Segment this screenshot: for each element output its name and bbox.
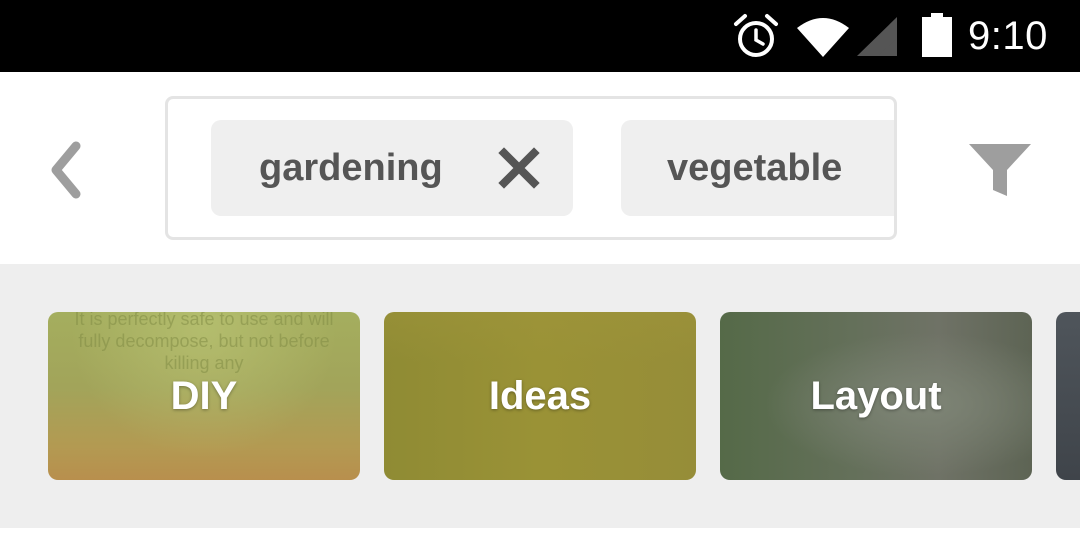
category-label: DIY xyxy=(170,373,238,418)
alarm-icon xyxy=(734,14,778,57)
category-carousel[interactable]: It is perfectly safe to use and will ful… xyxy=(0,264,1080,528)
status-bar: 9:10 xyxy=(0,0,1080,72)
tag-chip-gardening[interactable]: gardening xyxy=(211,120,573,216)
cell-signal-icon xyxy=(857,17,897,56)
category-label: Layout xyxy=(810,373,942,418)
tag-chip-label: gardening xyxy=(259,146,443,189)
battery-icon xyxy=(922,13,952,57)
tag-filter-header: gardening vegetable xyxy=(0,72,1080,264)
wifi-icon xyxy=(797,18,849,57)
category-card-diy[interactable]: It is perfectly safe to use and will ful… xyxy=(48,312,360,480)
chevron-left-icon xyxy=(51,141,81,199)
chip-scroll-track: gardening vegetable xyxy=(168,99,894,237)
filter-icon xyxy=(969,144,1031,196)
category-card-ideas[interactable]: Ideas xyxy=(384,312,696,480)
filter-button[interactable] xyxy=(962,134,1038,206)
back-button[interactable] xyxy=(36,134,96,206)
category-card-layout[interactable]: Layout xyxy=(720,312,1032,480)
category-label: Ideas xyxy=(488,373,592,418)
close-icon[interactable] xyxy=(497,146,541,190)
status-time: 9:10 xyxy=(968,14,1048,58)
tag-chip-label: vegetable xyxy=(667,146,843,189)
selected-tags-box[interactable]: gardening vegetable xyxy=(165,96,897,240)
tag-chip-vegetable[interactable]: vegetable xyxy=(621,120,894,216)
category-card-next[interactable] xyxy=(1056,312,1080,480)
